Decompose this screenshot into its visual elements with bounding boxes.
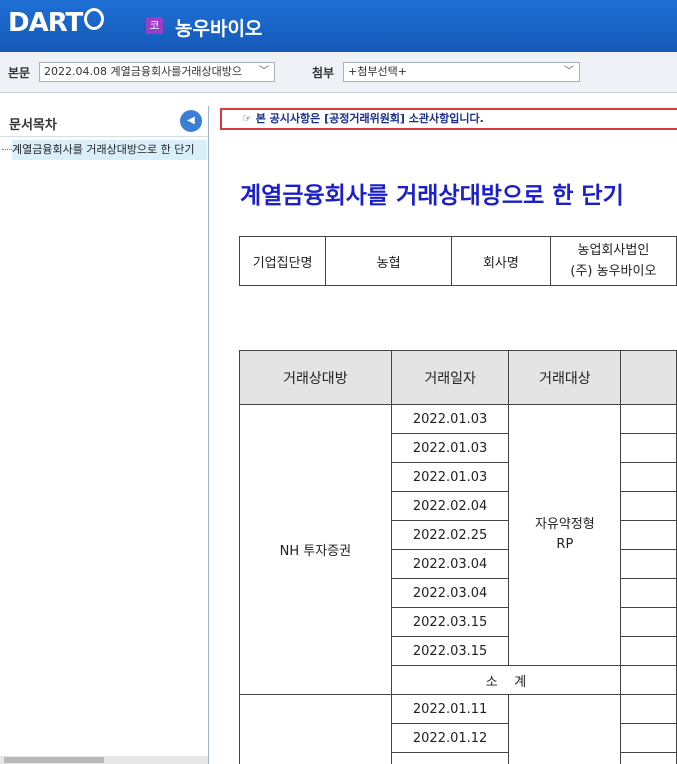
body-label: 본문 (8, 66, 31, 80)
counterparty-cell (239, 694, 392, 764)
date-cell: 2022.03.04 (390, 549, 510, 579)
document-title: 계열금융회사를 거래상대방으로 한 단기 (240, 182, 624, 209)
date-cell: 2022.01.03 (390, 433, 510, 463)
value-cell (620, 404, 677, 434)
company-name-line1: 농업회사법인 (577, 243, 650, 258)
scrollbar-thumb[interactable] (4, 757, 104, 763)
subtotal-label: 소 계 (390, 665, 622, 695)
column-header: 거래일자 (390, 350, 510, 405)
value-cell (620, 578, 677, 608)
value-cell (620, 462, 677, 492)
attachment-select[interactable]: +첨부선택+ ﹀ (343, 62, 580, 82)
group-name-label: 기업집단명 (238, 236, 327, 286)
value-cell (620, 549, 677, 579)
collapse-sidebar-button[interactable]: ◀ (180, 110, 202, 132)
date-cell: 2022.01.03 (390, 462, 510, 492)
date-cell: 2022.01.12 (390, 723, 510, 753)
transaction-table: 거래상대방 거래일자 거래대상 NH 투자증권 2022.01.03 자유약정형… (239, 350, 677, 764)
date-cell: 2022.03.15 (390, 636, 510, 666)
body-document-select[interactable]: 2022.04.08 계열금융회사를거래상대방으 ﹀ (39, 62, 275, 82)
date-cell: 2022.02.25 (390, 520, 510, 550)
document-viewer: ☞ 본 공시사항은 [공정거래위원회] 소관사항입니다. 계열금융회사를 거래상… (218, 106, 677, 764)
toc-title: 문서목차 (9, 118, 57, 133)
value-cell (620, 491, 677, 521)
toc-item[interactable]: 계열금융회사를 거래상대방으로 한 단기 (12, 140, 207, 160)
column-header: 거래대상 (508, 350, 622, 405)
company-info-table: 기업집단명 농협 회사명 농업회사법인 (주) 농우바이오 (238, 236, 677, 286)
chevron-down-icon[interactable]: ﹀ (256, 63, 269, 81)
toc-sidebar: 문서목차 ◀ 계열금융회사를 거래상대방으로 한 단기 (0, 106, 209, 764)
value-cell (620, 694, 677, 724)
attach-select-value: +첨부선택+ (348, 65, 407, 78)
notice-banner: ☞ 본 공시사항은 [공정거래위원회] 소관사항입니다. (220, 108, 677, 130)
value-cell (620, 723, 677, 753)
counterparty-cell: NH 투자증권 (239, 404, 392, 695)
corp-type-badge: 코 (146, 17, 163, 34)
object-cell (508, 694, 622, 764)
sidebar-horizontal-scrollbar[interactable] (0, 756, 208, 764)
date-cell: 2022.02.04 (390, 491, 510, 521)
value-cell (620, 607, 677, 637)
tree-connector (2, 149, 12, 150)
date-cell: 2022.03.15 (390, 607, 510, 637)
value-cell (620, 665, 677, 695)
date-cell: 2022.03.04 (390, 578, 510, 608)
column-header: 거래상대방 (239, 350, 392, 405)
value-cell (620, 752, 677, 764)
company-name-label: 회사명 (451, 236, 551, 286)
table-header-row: 거래상대방 거래일자 거래대상 (239, 350, 677, 405)
corp-name: 농우바이오 (175, 18, 263, 40)
document-selector-bar: 본문 2022.04.08 계열금융회사를거래상대방으 ﹀ 첨부 +첨부선택+ … (0, 52, 677, 93)
table-row: 2022.01.11 (239, 694, 677, 764)
top-header: DART 코 농우바이오 (0, 0, 677, 52)
value-cell (620, 433, 677, 463)
value-cell (620, 636, 677, 666)
column-header-empty (620, 350, 677, 405)
body-select-value: 2022.04.08 계열금융회사를거래상대방으 (44, 65, 243, 78)
value-cell (620, 520, 677, 550)
dart-logo[interactable]: DART (8, 8, 83, 38)
object-cell: 자유약정형 RP (508, 404, 622, 666)
date-cell (390, 752, 510, 764)
date-cell: 2022.01.03 (390, 404, 510, 434)
group-name-value: 농협 (325, 236, 453, 286)
chevron-down-icon[interactable]: ﹀ (561, 63, 574, 81)
table-row: NH 투자증권 2022.01.03 자유약정형 RP (239, 404, 677, 695)
dart-logo-ring-icon (84, 8, 104, 30)
date-cell: 2022.01.11 (390, 694, 510, 724)
object-text: 자유약정형 RP (534, 517, 595, 552)
attach-label: 첨부 (312, 66, 335, 80)
company-name-value: 농업회사법인 (주) 농우바이오 (549, 236, 677, 286)
company-name-line2: (주) 농우바이오 (570, 264, 657, 279)
toc-header: 문서목차 ◀ (0, 106, 208, 137)
